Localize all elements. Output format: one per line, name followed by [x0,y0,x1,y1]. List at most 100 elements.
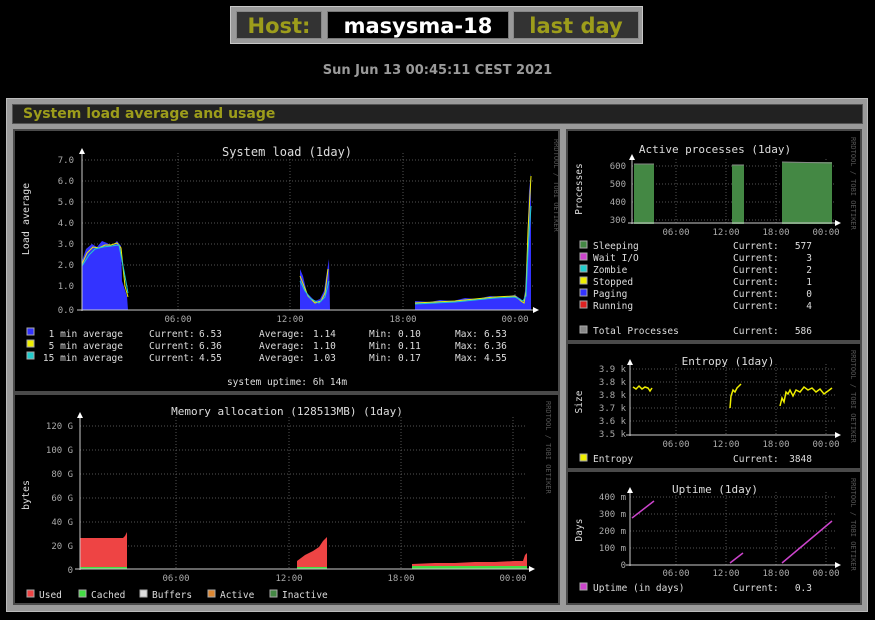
legend-min: 0.11 [398,341,421,352]
uptime-graph[interactable]: Uptime (1day) Days RRDTOOL / TOBI OETIKE… [566,470,862,605]
x-tick: 18:00 [762,569,789,579]
x-arrow-icon [529,566,535,572]
system-load-svg: System load (1day) Load average RRDTOOL … [21,139,558,388]
legend-label: Uptime (in days) [593,583,685,594]
legend-min-label: Min: [369,341,392,352]
period-label[interactable]: last day [513,11,639,39]
legend-label: Cached [91,590,125,601]
y-arrow-icon [627,359,633,365]
x-tick: 12:00 [276,315,303,325]
legend-swatch [579,325,588,334]
watermark: RRDTOOL / TOBI OETIKER [849,350,857,444]
legend-current-label: Current: [733,253,779,264]
legend: Used Cached Buffers Active Inactive [26,589,328,601]
y-tick: 100 m [599,544,626,554]
legend-label: Buffers [152,590,192,601]
y-tick: 300 m [599,510,626,520]
y-tick: 3.7 k [599,404,627,414]
y-tick: 6.0 [58,177,74,187]
memory-allocation-graph[interactable]: Memory allocation (128513MB) (1day) byte… [13,393,560,605]
legend-current: 3 [806,253,812,264]
legend-swatch [207,589,216,598]
legend-average-label: Average: [259,329,305,340]
graph-title: Entropy (1day) [682,355,775,368]
x-tick: 00:00 [812,569,839,579]
legend-current: 2 [806,265,812,276]
graph-title: Memory allocation (128513MB) (1day) [171,405,403,418]
y-tick: 500 [610,180,626,190]
x-tick: 06:00 [164,315,191,325]
legend-current-label: Current: [733,326,779,337]
entropy-graph[interactable]: Entropy (1day) Size RRDTOOL / TOBI OETIK… [566,342,862,470]
legend-current-label: Current: [149,353,195,364]
y-tick: 120 G [46,422,73,432]
legend-swatch [78,589,87,598]
graph-title: Uptime (1day) [672,483,758,496]
legend-swatch [579,453,588,462]
x-axis-ticks: 06:00 12:00 18:00 00:00 [662,569,839,579]
uptime-series [631,500,833,564]
y-tick: 400 [610,198,626,208]
legend-min: 0.10 [398,329,421,340]
legend-total-current: 586 [795,326,812,337]
legend: Sleeping Current: 577 Wait I/O Current: … [579,240,812,337]
legend-average-label: Average: [259,353,305,364]
uptime-svg: Uptime (1day) Days RRDTOOL / TOBI OETIKE… [574,478,857,594]
y-axis-ticks: 7.0 6.0 5.0 4.0 3.0 2.0 1.0 0.0 [58,156,74,316]
y-arrow-icon [627,487,633,493]
legend-label: Paging [593,289,627,300]
y-tick: 3.8 k [599,378,627,388]
y-tick: 3.6 k [599,417,627,427]
memory-series [80,532,527,569]
legend-label: 1 min average [49,329,124,340]
legend-current: 6.36 [199,341,222,352]
legend-swatch [579,252,588,261]
legend: Entropy Current: 3848 [579,453,812,465]
legend-current-label: Current: [149,329,195,340]
host-name[interactable]: masysma-18 [327,11,509,39]
x-tick: 06:00 [662,569,689,579]
y-tick: 7.0 [58,156,74,166]
legend-swatch [139,589,148,598]
y-tick: 40 G [51,518,73,528]
x-tick: 12:00 [712,228,739,238]
legend-swatch [579,276,588,285]
y-axis-ticks: 3.9 k 3.8 k 3.8 k 3.7 k 3.6 k 3.5 k [599,365,627,440]
legend-current: 0.3 [795,583,812,594]
y-tick: 2.0 [58,261,74,271]
active-processes-graph[interactable]: Active processes (1day) Processes RRDTOO… [566,129,862,342]
legend-max-label: Max: [455,341,478,352]
graph-title: Active processes (1day) [639,143,791,156]
legend-current-label: Current: [733,454,779,465]
processes-svg: Active processes (1day) Processes RRDTOO… [574,137,857,337]
x-tick: 00:00 [501,315,528,325]
legend-average: 1.14 [313,329,336,340]
legend-label: 15 min average [43,353,123,364]
legend-current: 577 [795,241,812,252]
x-arrow-icon [835,220,841,226]
x-axis-ticks: 06:00 12:00 18:00 00:00 [164,315,528,325]
legend-label: Entropy [593,454,633,465]
system-load-graph[interactable]: System load (1day) Load average RRDTOOL … [13,129,560,393]
uptime-footer: system uptime: 6h 14m [227,377,347,388]
legend-current-label: Current: [149,341,195,352]
legend-swatch [26,589,35,598]
legend-max-label: Max: [455,353,478,364]
y-axis-label: Size [574,390,585,413]
legend-min: 0.17 [398,353,421,364]
y-axis-label: Load average [21,183,32,255]
y-tick: 3.5 k [599,430,627,440]
legend-swatch [579,288,588,297]
legend-swatch [579,240,588,249]
host-bar: Host: masysma-18 last day [230,6,643,44]
legend-current: 1 [806,277,812,288]
legend-max-label: Max: [455,329,478,340]
host-label: Host: [236,11,322,39]
legend-label: 5 min average [49,341,124,352]
legend-swatch [26,327,35,336]
legend-max: 6.36 [484,341,507,352]
legend-current-label: Current: [733,301,779,312]
load-series [81,173,532,310]
legend-average: 1.10 [313,341,336,352]
legend-min-label: Min: [369,353,392,364]
